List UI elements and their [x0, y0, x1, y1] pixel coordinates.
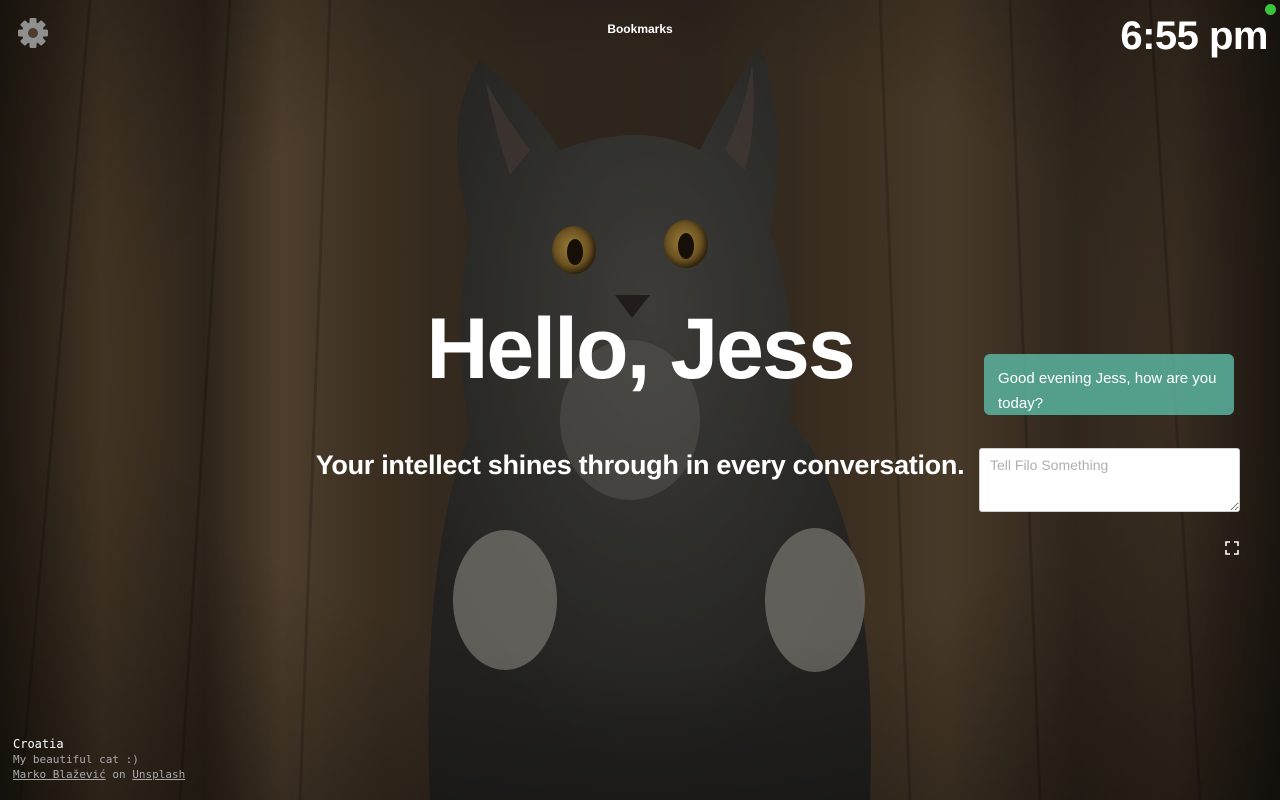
chat-input[interactable] — [979, 448, 1240, 512]
bookmarks-link[interactable]: Bookmarks — [590, 22, 690, 36]
photo-caption: My beautiful cat :) — [13, 753, 139, 766]
gear-icon — [18, 18, 48, 48]
photo-location: Croatia — [13, 737, 64, 751]
new-tab-page: Bookmarks 6:55 pm Hello, Jess Your intel… — [0, 0, 1280, 800]
status-indicator — [1265, 4, 1276, 15]
unsplash-link[interactable]: Unsplash — [132, 768, 185, 781]
greeting-heading: Hello, Jess — [426, 301, 855, 397]
compliment-text: Your intellect shines through in every c… — [315, 450, 965, 480]
photo-attribution: Marko Blažević on Unsplash — [13, 767, 185, 782]
photo-credits: Croatia My beautiful cat :) Marko Blažev… — [13, 737, 185, 782]
fullscreen-icon — [1225, 541, 1239, 555]
photographer-link[interactable]: Marko Blažević — [13, 768, 106, 781]
fullscreen-button[interactable] — [1224, 540, 1240, 556]
clock: 6:55 pm — [1120, 14, 1268, 58]
attribution-on-text: on — [112, 768, 126, 781]
settings-button[interactable] — [16, 14, 50, 52]
chat-message-bubble: Good evening Jess, how are you today? — [984, 354, 1234, 415]
